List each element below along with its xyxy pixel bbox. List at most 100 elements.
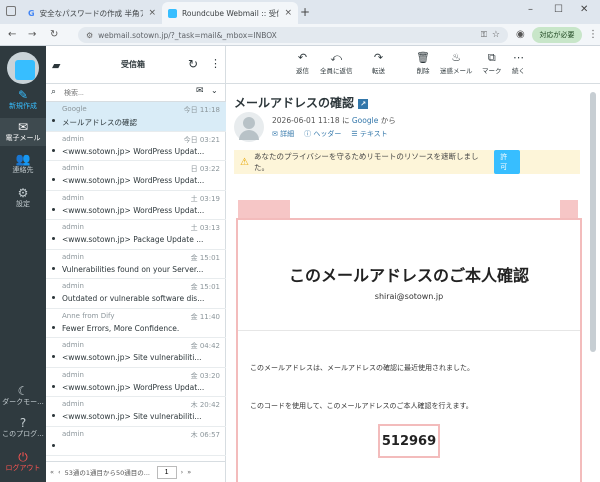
message-meta: 2026-06-01 11:18 に Google から	[272, 115, 396, 126]
search-input[interactable]	[64, 87, 184, 99]
nav-dark-label: ダークモー...	[2, 398, 44, 407]
reload-icon[interactable]: ↻	[50, 29, 58, 40]
envelope-icon: ✉	[17, 120, 29, 134]
address-bar-row: ← → ↻ ⚙ webmail.sotown.jp/?_task=mail&_m…	[0, 24, 600, 46]
menu-icon[interactable]: ⋮	[588, 29, 598, 40]
headers-link[interactable]: ⓘ ヘッダー	[304, 129, 341, 139]
delete-button[interactable]: 🗑 削除	[416, 51, 430, 75]
unread-dot	[52, 266, 55, 270]
message-from: admin	[62, 164, 84, 172]
list-item[interactable]: admin 木 20:42 <www.sotown.jp> Site vulnera…	[46, 397, 226, 427]
tab-roundcube[interactable]: Roundcube Webmail :: 受信箱 ×	[162, 2, 298, 24]
back-icon[interactable]: ←	[8, 29, 16, 40]
close-icon[interactable]: ×	[148, 8, 156, 18]
list-item[interactable]: admin 金 15:01 Vulnerabilities found on you…	[46, 250, 226, 279]
list-item[interactable]: admin 日 03:22 <www.sotown.jp> WordPress Up…	[46, 161, 226, 191]
flame-icon: ♨	[451, 51, 462, 64]
nav-settings[interactable]: ⚙ 設定	[0, 186, 46, 212]
email-text-line: このコードを使用して、このメールアドレスのご本人確認を行えます。	[250, 402, 473, 410]
list-item[interactable]: admin 金 15:01 Outdated or vulnerable softw…	[46, 279, 226, 309]
list-item[interactable]: Anne from Dify 金 11:40 Fewer Errors, More …	[46, 309, 226, 338]
nav-compose[interactable]: ✎ 新規作成	[0, 88, 46, 114]
list-menu-icon[interactable]: ⋮	[210, 57, 221, 70]
sender-link[interactable]: Google	[352, 116, 378, 125]
star-icon[interactable]: ☆	[492, 30, 500, 40]
more-button[interactable]: ⋯ 続く	[512, 51, 525, 75]
folder-icon[interactable]: ▰	[52, 59, 60, 72]
message-pane: ↶ 返信 ⤺ 全員に返信 ↷ 転送 🗑 削除 ♨ 迷惑メール ⧉ マーク ⋯ 続く メールアド…	[226, 46, 600, 482]
key-icon[interactable]: ⚿	[481, 30, 487, 40]
search-icon[interactable]: ⌕	[51, 87, 56, 97]
refresh-icon[interactable]: ↻	[188, 57, 198, 71]
list-item[interactable]: admin 土 03:13 <www.sotown.jp> Package Upda…	[46, 220, 226, 250]
profile-icon[interactable]: ◉	[516, 29, 525, 40]
reply-all-label: 全員に返信	[320, 67, 353, 75]
message-from: admin	[62, 193, 84, 202]
message-date: 金 15:01	[190, 253, 220, 262]
moon-icon: ☾	[17, 384, 29, 398]
forward-icon[interactable]: →	[28, 29, 36, 40]
list-item[interactable]: admin 金 03:20 <www.sotown.jp> WordPress Up…	[46, 368, 226, 397]
trash-icon: 🗑	[416, 51, 430, 64]
reply-button[interactable]: ↶ 返信	[296, 51, 309, 75]
avatar	[234, 112, 264, 142]
reply-all-button[interactable]: ⤺ 全員に返信	[320, 51, 353, 75]
minimize-button[interactable]: –	[528, 4, 533, 15]
google-icon: G	[28, 8, 35, 18]
nav-dark-mode[interactable]: ☾ ダークモー...	[0, 384, 46, 410]
unread-dot	[52, 178, 55, 181]
nav-contacts[interactable]: 👥 連絡先	[0, 152, 46, 178]
mark-button[interactable]: ⧉ マーク	[482, 51, 502, 75]
external-link-icon[interactable]: ↗	[358, 98, 369, 109]
message-subject: メールアドレスの確認 ↗	[234, 94, 369, 111]
url-field[interactable]: ⚙ webmail.sotown.jp/?_task=mail&_mbox=IN…	[78, 27, 508, 43]
delete-label: 削除	[416, 67, 430, 75]
next-page-icon[interactable]: ›	[181, 468, 184, 476]
site-info-icon[interactable]: ⚙	[86, 31, 93, 40]
tab-password[interactable]: G 安全なパスワードの作成 半角アルファ ×	[22, 2, 162, 24]
tab-title: 安全なパスワードの作成 半角アルファ	[39, 8, 144, 18]
last-page-icon[interactable]: »	[187, 468, 191, 476]
pager: « ‹ 53通の1通目から50通目の... › »	[46, 461, 226, 482]
tab-search-icon[interactable]	[6, 6, 16, 16]
nav-mail-label: 電子メール	[5, 134, 41, 143]
forward-label: 転送	[372, 67, 385, 75]
envelope-filter-icon[interactable]: ✉	[196, 86, 204, 96]
close-icon[interactable]: ×	[284, 8, 292, 18]
nav-about[interactable]: ? このプログ...	[0, 416, 46, 442]
tag-icon: ⧉	[487, 51, 496, 64]
close-window-button[interactable]: ✕	[580, 4, 588, 15]
envelope-icon: ✉	[272, 130, 278, 138]
scrollbar[interactable]	[590, 92, 596, 352]
action-needed-button[interactable]: 対応が必要	[532, 27, 582, 43]
headers-label: ヘッダー	[313, 130, 342, 138]
reply-icon: ↶	[297, 51, 308, 64]
chevron-down-icon[interactable]: ⌄	[211, 86, 218, 95]
list-item[interactable]: admin 木 06:57	[46, 427, 226, 456]
forward-button[interactable]: ↷ 転送	[372, 51, 385, 75]
text-link[interactable]: ☰ テキスト	[351, 129, 387, 139]
list-item[interactable]: admin 今日 03:21 <www.sotown.jp> WordPress U…	[46, 132, 226, 161]
message-from: admin	[62, 370, 84, 379]
message-subject: メールアドレスの確認	[62, 118, 137, 127]
nav-mail[interactable]: ✉ 電子メール	[0, 118, 46, 146]
list-icon: ☰	[351, 130, 358, 138]
users-icon: 👥	[15, 152, 31, 166]
unread-dot	[52, 148, 55, 152]
page-input[interactable]	[156, 465, 177, 479]
list-item[interactable]: Google 今日 11:18 メールアドレスの確認	[46, 102, 226, 132]
first-page-icon[interactable]: «	[50, 468, 54, 476]
email-body: このメールアドレスのご本人確認 shirai@sotown.jp このメールアド…	[236, 218, 582, 482]
spam-button[interactable]: ♨ 迷惑メール	[440, 51, 473, 75]
details-link[interactable]: ✉ 詳細	[272, 129, 294, 139]
message-subject: <www.sotown.jp> Package Update ...	[62, 235, 204, 244]
allow-button[interactable]: 許可	[494, 150, 520, 174]
prev-page-icon[interactable]: ‹	[58, 468, 61, 476]
message-rows: Google 今日 11:18 メールアドレスの確認 admin 今日 03:21 <ww…	[46, 102, 226, 461]
nav-logout[interactable]: ⏻ ログアウト	[0, 450, 46, 478]
new-tab-button[interactable]: +	[300, 5, 310, 19]
message-date: 土 03:13	[190, 224, 220, 232]
list-item[interactable]: admin 土 03:19 <www.sotown.jp> WordPress Up…	[46, 191, 226, 220]
list-item[interactable]: admin 金 04:42 <www.sotown.jp> Site vulnera…	[46, 338, 226, 368]
maximize-button[interactable]: ☐	[554, 4, 563, 15]
